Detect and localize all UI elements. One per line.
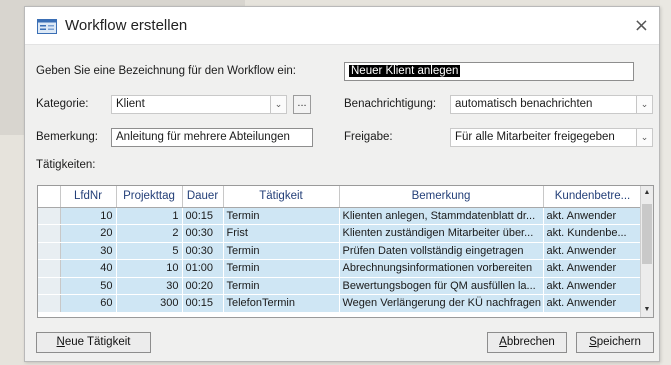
cell-kundenbetreuer[interactable]: akt. Anwender [543,277,643,295]
cell-dauer[interactable]: 00:30 [182,224,224,243]
release-value: Für alle Mitarbeiter freigegeben [455,131,615,143]
table-row[interactable]: 40 10 01:00 Termin Abrechnungsinformatio… [38,259,643,278]
row-selector[interactable] [38,224,61,243]
release-combo[interactable]: Für alle Mitarbeiter freigegeben ⌄ [450,128,653,147]
column-header-dauer[interactable]: Dauer [182,186,224,208]
notify-label: Benachrichtigung: [344,98,437,110]
row-selector[interactable] [38,242,61,260]
cell-bemerkung[interactable]: Prüfen Daten vollständig eingetragen [339,242,544,260]
notify-combo[interactable]: automatisch benachrichten ⌄ [450,95,653,114]
cell-bemerkung[interactable]: Bewertungsbogen für QM ausfüllen la... [339,277,544,295]
cell-dauer[interactable]: 00:15 [182,207,224,225]
category-ellipsis-button[interactable]: ... [293,95,311,114]
form-icon [37,19,57,34]
cell-kundenbetreuer[interactable]: akt. Kundenbe... [543,224,643,243]
cell-lfdnr[interactable]: 20 [60,224,117,243]
remark-value: Anleitung für mehrere Abteilungen [116,131,290,143]
cell-projekttag[interactable]: 5 [116,242,183,260]
save-accesskey: S [589,336,597,348]
background-edge [660,0,671,365]
category-value: Klient [116,98,145,110]
cell-lfdnr[interactable]: 30 [60,242,117,260]
tasks-grid: LfdNr Projekttag Dauer Tätigkeit Bemerku… [37,185,654,318]
vertical-scrollbar[interactable]: ▲ ▼ [640,186,653,317]
cell-dauer[interactable]: 00:20 [182,277,224,295]
cell-lfdnr[interactable]: 60 [60,294,117,313]
release-label: Freigabe: [344,131,393,143]
cell-lfdnr[interactable]: 10 [60,207,117,225]
workflow-name-field[interactable]: Neuer Klient anlegen [344,62,634,81]
cell-taetigkeit[interactable]: Termin [223,207,340,225]
table-header-row: LfdNr Projekttag Dauer Tätigkeit Bemerku… [38,186,643,208]
cell-lfdnr[interactable]: 40 [60,259,117,278]
remark-field[interactable]: Anleitung für mehrere Abteilungen [111,128,313,147]
save-button[interactable]: Speichern [576,332,654,353]
chevron-down-icon[interactable]: ⌄ [636,129,652,146]
cancel-button[interactable]: Abbrechen [487,332,567,353]
scroll-down-icon[interactable]: ▼ [641,304,653,316]
name-prompt-label: Geben Sie eine Bezeichnung für den Workf… [36,65,296,77]
row-selector[interactable] [38,294,61,313]
cell-kundenbetreuer[interactable]: akt. Anwender [543,294,643,313]
column-header-bemerkung[interactable]: Bemerkung [339,186,544,208]
table-row[interactable]: 20 2 00:30 Frist Klienten zuständigen Mi… [38,224,643,243]
cancel-accesskey: A [499,336,507,348]
cell-taetigkeit[interactable]: Frist [223,224,340,243]
row-selector[interactable] [38,277,61,295]
row-selector[interactable] [38,259,61,278]
table-row[interactable]: 50 30 00:20 Termin Bewertungsbogen für Q… [38,277,643,295]
cell-bemerkung[interactable]: Wegen Verlängerung der KÜ nachfragen [339,294,544,313]
notify-value: automatisch benachrichten [455,98,593,110]
cell-projekttag[interactable]: 2 [116,224,183,243]
scroll-up-icon[interactable]: ▲ [641,187,653,199]
column-header-taetigkeit[interactable]: Tätigkeit [223,186,340,208]
cell-lfdnr[interactable]: 50 [60,277,117,295]
table-row[interactable]: 30 5 00:30 Termin Prüfen Daten vollständ… [38,242,643,260]
column-header-projekttag[interactable]: Projekttag [116,186,183,208]
category-label: Kategorie: [36,98,89,110]
cell-projekttag[interactable]: 30 [116,277,183,295]
window-title: Workflow erstellen [65,17,188,34]
cell-bemerkung[interactable]: Klienten anlegen, Stammdatenblatt dr... [339,207,544,225]
cell-projekttag[interactable]: 10 [116,259,183,278]
save-label: peichern [596,336,641,348]
column-header-lfdnr[interactable]: LfdNr [60,186,117,208]
cell-dauer[interactable]: 01:00 [182,259,224,278]
cell-taetigkeit[interactable]: Termin [223,259,340,278]
workflow-name-value: Neuer Klient anlegen [349,65,461,77]
cell-bemerkung[interactable]: Klienten zuständigen Mitarbeiter über... [339,224,544,243]
chevron-down-icon[interactable]: ⌄ [636,96,652,113]
cancel-label: bbrechen [506,336,555,348]
cell-taetigkeit[interactable]: Termin [223,277,340,295]
cell-taetigkeit[interactable]: Termin [223,242,340,260]
category-combo[interactable]: Klient ⌄ [111,95,287,114]
cell-bemerkung[interactable]: Abrechnungsinformationen vorbereiten [339,259,544,278]
tasks-label: Tätigkeiten: [36,159,96,171]
row-selector[interactable] [38,207,61,225]
cell-projekttag[interactable]: 1 [116,207,183,225]
chevron-down-icon[interactable]: ⌄ [270,96,286,113]
column-header-kundenbetreuer[interactable]: Kundenbetre... [543,186,643,208]
table-row[interactable]: 60 300 00:15 TelefonTermin Wegen Verläng… [38,294,643,313]
new-task-button[interactable]: Neue Tätigkeit [36,332,151,353]
close-icon[interactable]: × [634,15,649,36]
cell-kundenbetreuer[interactable]: akt. Anwender [543,259,643,278]
new-task-label: eue Tätigkeit [64,336,131,348]
cell-kundenbetreuer[interactable]: akt. Anwender [543,242,643,260]
new-task-accesskey: N [56,336,65,348]
title-bar: Workflow erstellen × [25,7,659,45]
row-selector-header [38,186,61,208]
table-row[interactable]: 10 1 00:15 Termin Klienten anlegen, Stam… [38,207,643,225]
cell-projekttag[interactable]: 300 [116,294,183,313]
cell-dauer[interactable]: 00:15 [182,294,224,313]
remark-label: Bemerkung: [36,131,99,143]
cell-kundenbetreuer[interactable]: akt. Anwender [543,207,643,225]
cell-dauer[interactable]: 00:30 [182,242,224,260]
cell-taetigkeit[interactable]: TelefonTermin [223,294,340,313]
scrollbar-thumb[interactable] [642,204,652,264]
tasks-table: LfdNr Projekttag Dauer Tätigkeit Bemerku… [38,186,643,313]
workflow-dialog: Workflow erstellen × Geben Sie eine Beze… [24,6,660,362]
